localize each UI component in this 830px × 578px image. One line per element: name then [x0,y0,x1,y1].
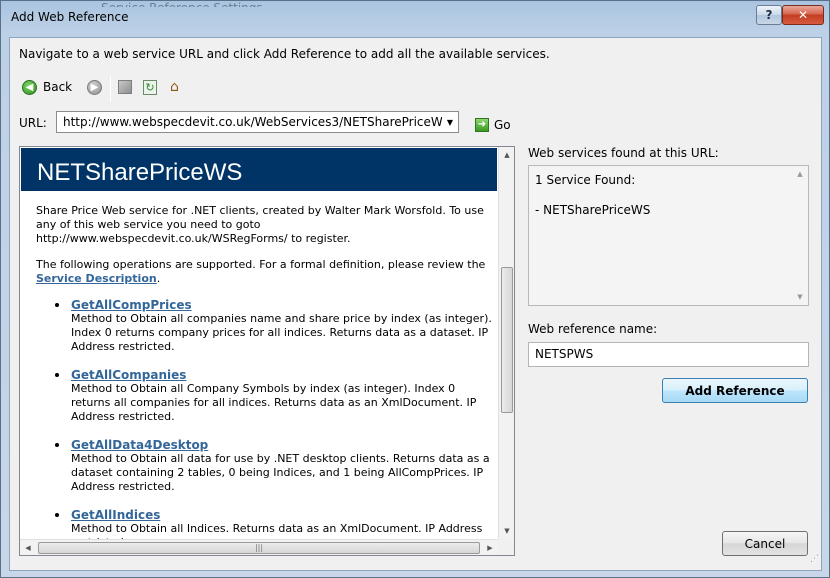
services-scrollbar[interactable]: ▲ ▼ [792,166,808,305]
bullet-icon [55,443,59,447]
service-name-heading: NETSharePriceWS [37,159,243,186]
refresh-icon: ↻ [143,79,157,95]
operation-description: Method to Obtain all data for use by .NE… [71,452,490,493]
dialog-body: Navigate to a web service URL and click … [9,37,822,571]
web-browser-pane[interactable]: NETSharePriceWS Share Price Web service … [19,146,515,556]
operations-intro: The following operations are supported. … [36,258,492,286]
add-reference-button[interactable]: Add Reference [662,378,808,403]
horizontal-scroll-thumb[interactable]: ||| [38,542,480,554]
back-arrow-icon: ◀ [22,79,37,95]
refresh-button[interactable]: ↻ [143,76,157,98]
operations-intro-tail: . [156,272,161,285]
operation-link[interactable]: GetAllCompanies [71,368,492,382]
operation-description: Method to Obtain all Company Symbols by … [71,382,477,423]
service-description: Share Price Web service for .NET clients… [36,204,492,539]
home-button[interactable]: ⌂ [167,76,182,98]
bullet-icon [55,513,59,517]
operation-link[interactable]: GetAllCompPrices [71,298,492,312]
back-button[interactable]: ◀ Back [22,76,72,98]
operations-list: GetAllCompPrices Method to Obtain all co… [36,298,492,539]
url-label: URL: [19,116,47,130]
window-title: Add Web Reference [11,10,129,24]
go-label: Go [494,118,511,132]
close-button[interactable]: ✕ [782,5,824,25]
services-found-list[interactable]: 1 Service Found: - NETSharePriceWS ▲ ▼ [528,165,809,306]
operation-item: GetAllData4Desktop Method to Obtain all … [36,438,492,494]
services-found-label: Web services found at this URL: [528,146,719,160]
operation-item: GetAllCompPrices Method to Obtain all co… [36,298,492,354]
add-web-reference-dialog: Service Reference Settings Add Web Refer… [0,0,830,578]
resize-grip-icon[interactable]: ⋰ [810,555,822,568]
service-list-item[interactable]: - NETSharePriceWS [535,203,650,217]
stop-icon [118,80,132,94]
operations-intro-text: The following operations are supported. … [36,258,486,271]
horizontal-scrollbar[interactable]: ◀ ||| ▶ [20,539,498,555]
services-count: 1 Service Found: [535,173,636,187]
background-window-title: Service Reference Settings [101,1,301,7]
web-reference-name-input[interactable]: NETSPWS [528,342,809,367]
back-label: Back [43,80,73,94]
scroll-left-icon[interactable]: ◀ [20,540,36,555]
scroll-right-icon[interactable]: ▶ [482,540,498,555]
title-bar[interactable]: Service Reference Settings Add Web Refer… [1,1,829,37]
chevron-down-icon[interactable]: ▼ [442,112,458,132]
bullet-icon [55,373,59,377]
operation-description: Method to Obtain all Indices. Returns da… [71,522,483,539]
vertical-scroll-thumb[interactable] [501,267,513,413]
stop-button[interactable] [118,76,132,98]
url-combobox[interactable]: http://www.webspecdevit.co.uk/WebService… [56,111,459,133]
bullet-icon [55,303,59,307]
operation-item: GetAllCompanies Method to Obtain all Com… [36,368,492,424]
scroll-up-icon[interactable]: ▲ [499,147,514,163]
service-description-link[interactable]: Service Description [36,272,157,285]
operation-description: Method to Obtain all companies name and … [71,312,492,353]
instruction-text: Navigate to a web service URL and click … [19,47,550,61]
web-reference-name-label: Web reference name: [528,322,658,336]
forward-arrow-icon: ▶ [87,79,102,95]
operation-link[interactable]: GetAllIndices [71,508,492,522]
service-header: NETSharePriceWS [21,148,497,191]
toolbar-separator [110,76,111,102]
go-button[interactable]: ➜ Go [475,118,511,132]
operation-link[interactable]: GetAllData4Desktop [71,438,492,452]
cancel-button[interactable]: Cancel [722,531,808,556]
home-icon: ⌂ [170,78,179,95]
scroll-down-icon[interactable]: ▼ [792,289,808,305]
help-button[interactable]: ? [756,5,782,25]
browser-toolbar: ◀ Back ▶ ↻ ⌂ [19,76,419,102]
scroll-down-icon[interactable]: ▼ [499,523,514,539]
forward-button[interactable]: ▶ [87,76,102,98]
scroll-up-icon[interactable]: ▲ [792,166,808,182]
vertical-scrollbar[interactable]: ▲ ▼ [498,147,514,539]
operation-item: GetAllIndices Method to Obtain all Indic… [36,508,492,539]
url-input[interactable]: http://www.webspecdevit.co.uk/WebService… [57,115,442,129]
service-intro: Share Price Web service for .NET clients… [36,204,484,245]
go-arrow-icon: ➜ [475,118,489,132]
scroll-corner [498,539,514,555]
browser-content: NETSharePriceWS Share Price Web service … [20,147,498,539]
